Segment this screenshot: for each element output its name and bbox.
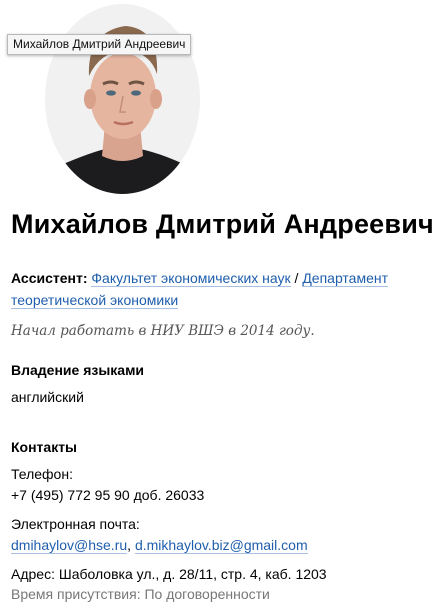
portrait-image: [45, 4, 200, 194]
phone-label: Телефон:: [11, 466, 73, 482]
position-line: Ассистент: Факультет экономических наук …: [11, 267, 421, 311]
languages-heading: Владение языками: [11, 362, 145, 378]
email-line: dmihaylov@hse.ru, d.mikhaylov.biz@gmail.…: [11, 537, 308, 554]
profile-photo: [45, 4, 200, 194]
affiliation-separator: /: [290, 270, 303, 286]
name-tooltip: Михайлов Дмитрий Андреевич: [7, 34, 192, 55]
faculty-link[interactable]: Факультет экономических наук: [91, 270, 291, 287]
presence-text: Время присутствия: По договоренности: [11, 586, 270, 602]
profile-name: Михайлов Дмитрий Андреевич: [11, 209, 434, 239]
email-link-secondary[interactable]: d.mikhaylov.biz@gmail.com: [134, 537, 308, 554]
email-label: Электронная почта:: [11, 516, 140, 532]
address-text: Адрес: Шаболовка ул., д. 28/11, стр. 4, …: [11, 566, 327, 582]
phone-value: +7 (495) 772 95 90 доб. 26033: [11, 487, 205, 503]
email-separator: ,: [127, 537, 135, 553]
contacts-heading: Контакты: [11, 439, 78, 455]
email-link-primary[interactable]: dmihaylov@hse.ru: [11, 537, 128, 554]
role-label: Ассистент:: [11, 270, 88, 286]
language-value: английский: [11, 389, 84, 405]
start-note: Начал работать в НИУ ВШЭ в 2014 году.: [11, 323, 315, 339]
